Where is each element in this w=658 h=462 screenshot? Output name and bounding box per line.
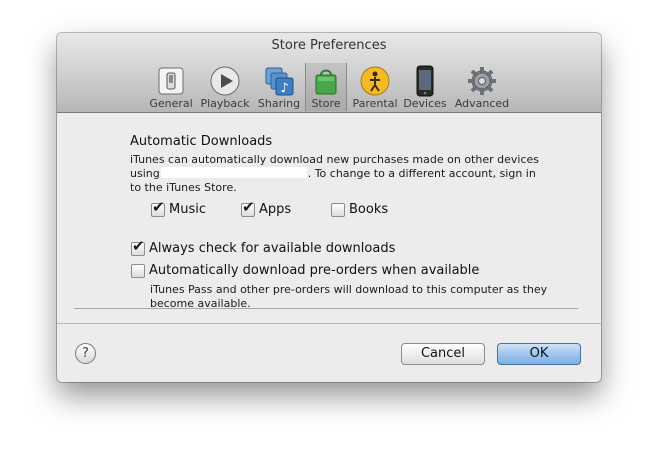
redacted-account bbox=[160, 167, 307, 178]
help-button[interactable]: ? bbox=[75, 343, 96, 364]
toolbar-advanced[interactable]: Advanced bbox=[453, 63, 511, 111]
books-checkbox[interactable] bbox=[331, 203, 345, 217]
iphone-icon bbox=[416, 65, 434, 97]
shopping-bag-icon bbox=[315, 69, 337, 95]
toolbar-devices[interactable]: Devices bbox=[403, 63, 447, 111]
music-label: Music bbox=[169, 202, 206, 217]
toolbar-store[interactable]: Store bbox=[305, 63, 347, 111]
toolbar-sharing[interactable]: ♪ Sharing bbox=[256, 63, 302, 111]
window-title: Store Preferences bbox=[271, 38, 387, 53]
parental-icon bbox=[360, 66, 390, 96]
music-sharing-icon: ♪ bbox=[265, 67, 294, 96]
preorders-checkbox[interactable] bbox=[131, 264, 145, 278]
toolbar-general[interactable]: General bbox=[145, 63, 197, 111]
toolbar-parental[interactable]: Parental bbox=[350, 63, 400, 111]
toolbar-store-label: Store bbox=[311, 97, 341, 110]
general-switch-icon bbox=[158, 67, 184, 95]
check-mark-icon: ✔ bbox=[152, 198, 165, 216]
toolbar-playback[interactable]: Playback bbox=[200, 63, 250, 111]
books-label: Books bbox=[349, 202, 389, 217]
toolbar-general-label: General bbox=[149, 97, 193, 110]
automatic-downloads-description: iTunes can automatically download new pu… bbox=[130, 153, 550, 195]
cancel-button[interactable]: Cancel bbox=[401, 343, 485, 365]
toolbar-sharing-label: Sharing bbox=[257, 97, 301, 110]
preorders-label: Automatically download pre-orders when a… bbox=[149, 263, 480, 278]
check-mark-icon: ✔ bbox=[132, 237, 145, 255]
toolbar-devices-label: Devices bbox=[403, 97, 447, 110]
toolbar-playback-label: Playback bbox=[200, 97, 250, 110]
title-toolbar-bar: Store Preferences General Playback ♪ Sha… bbox=[57, 33, 601, 113]
ok-button[interactable]: OK bbox=[497, 343, 581, 365]
svg-text:♪: ♪ bbox=[280, 81, 288, 96]
always-check-label: Always check for available downloads bbox=[149, 241, 396, 256]
toolbar-advanced-label: Advanced bbox=[454, 97, 510, 110]
bottom-button-bar: ? Cancel OK bbox=[57, 323, 601, 382]
music-checkbox[interactable]: ✔ bbox=[151, 198, 165, 217]
toolbar-parental-label: Parental bbox=[352, 97, 398, 110]
apps-label: Apps bbox=[259, 202, 292, 217]
automatic-downloads-heading: Automatic Downloads bbox=[130, 134, 273, 149]
store-preferences-window: Store Preferences General Playback ♪ Sha… bbox=[57, 33, 601, 382]
preferences-content: Automatic Downloads iTunes can automatic… bbox=[57, 113, 601, 323]
check-mark-icon: ✔ bbox=[242, 198, 255, 216]
play-icon bbox=[210, 66, 240, 96]
gear-icon bbox=[468, 67, 496, 95]
always-check-checkbox[interactable]: ✔ bbox=[131, 237, 145, 256]
preorders-note: iTunes Pass and other pre-orders will do… bbox=[150, 283, 548, 310]
apps-checkbox[interactable]: ✔ bbox=[241, 198, 255, 217]
